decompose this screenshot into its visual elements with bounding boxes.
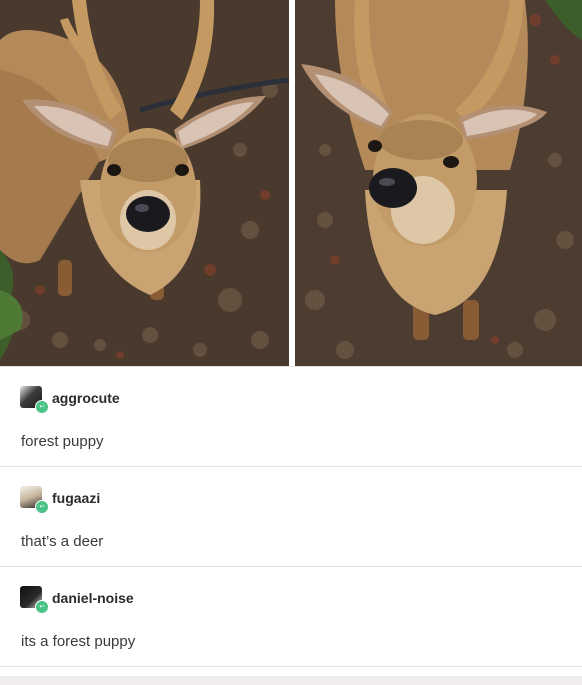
reply-text: forest puppy [21,433,104,450]
reply-item: ↩ aggrocute forest puppy [0,366,582,466]
reply-badge-icon: ↩ [35,500,49,514]
reply-username[interactable]: fugaazi [52,490,100,506]
reply-text: that’s a deer [21,533,104,550]
black-avatar-icon[interactable]: ↩ [20,586,49,614]
photo-set [0,0,582,366]
reply-item: ↩ fugaazi that’s a deer [0,466,582,566]
post: ↩ aggrocute forest puppy ↩ fugaazi that’… [0,0,582,685]
light-avatar-icon[interactable]: ↩ [20,486,49,514]
dark-avatar-icon[interactable]: ↩ [20,386,49,414]
reply-badge-icon: ↩ [35,600,49,614]
reply-text: its a forest puppy [21,633,136,650]
reply-username[interactable]: aggrocute [52,390,120,406]
bottom-divider [0,676,582,685]
deer-photo-right[interactable] [295,0,582,366]
reply-username[interactable]: daniel-noise [52,590,134,606]
reply-badge-icon: ↩ [35,400,49,414]
deer-photo-left[interactable] [0,0,289,366]
reply-item: ↩ daniel-noise its a forest puppy [0,566,582,667]
